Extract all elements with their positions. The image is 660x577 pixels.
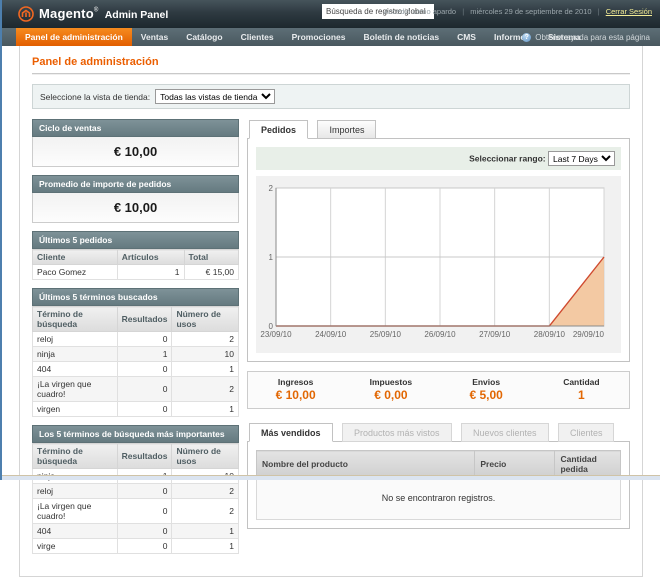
svg-text:1: 1: [269, 253, 274, 262]
table-row[interactable]: ¡La virgen que cuadro! 0 2: [33, 499, 239, 524]
nav-item-promociones[interactable]: Promociones: [283, 28, 355, 46]
sales-cycle-card: Ciclo de ventas € 10,00: [32, 119, 239, 167]
avg-order-card: Promedio de importe de pedidos € 10,00: [32, 175, 239, 223]
tab-nuevos-clientes[interactable]: Nuevos clientes: [461, 423, 549, 442]
tab-clientes[interactable]: Clientes: [558, 423, 615, 442]
range-label: Seleccionar rango:: [469, 154, 546, 164]
main-nav: Panel de administración Ventas Catálogo …: [2, 28, 660, 46]
dashboard-main: Pedidos Importes Seleccionar rango: Last…: [247, 119, 630, 529]
col-results: Resultados: [117, 307, 172, 332]
tab-productos-mas-vistos[interactable]: Productos más vistos: [342, 423, 452, 442]
last-orders-table: Cliente Artículos Total Paco Gomez 1 € 1…: [32, 249, 239, 280]
last-orders-title: Últimos 5 pedidos: [32, 231, 239, 249]
products-tab-bar: Más vendidos Productos más vistos Nuevos…: [247, 422, 630, 442]
store-view-label: Seleccione la vista de tienda:: [40, 92, 150, 102]
top-search-terms-title: Los 5 términos de búsqueda más important…: [32, 425, 239, 443]
table-row[interactable]: Paco Gomez 1 € 15,00: [33, 265, 239, 280]
dashboard-sidebar: Ciclo de ventas € 10,00 Promedio de impo…: [32, 119, 239, 562]
col-qty-ordered: Cantidad pedida: [555, 451, 621, 478]
sales-cycle-title: Ciclo de ventas: [32, 119, 239, 137]
get-help-label: Obtener ayuda para esta página: [535, 33, 650, 42]
summary-impuestos: Impuestos € 0,00: [343, 377, 438, 402]
table-row[interactable]: reloj 0 2: [33, 332, 239, 347]
nav-item-catalogo[interactable]: Catálogo: [177, 28, 231, 46]
col-uses: Número de usos: [172, 307, 239, 332]
summary-cantidad: Cantidad 1: [534, 377, 629, 402]
chart-panel: Seleccionar rango: Last 7 Days 01223/09/…: [247, 139, 630, 362]
svg-text:28/09/10: 28/09/10: [534, 330, 566, 339]
table-row[interactable]: 404 0 1: [33, 362, 239, 377]
title-divider: [32, 73, 630, 75]
top-search-terms-card: Los 5 términos de búsqueda más important…: [32, 425, 239, 554]
table-row[interactable]: virgen 0 1: [33, 402, 239, 417]
header: Magento® Admin Panel Accedió como apardo…: [2, 0, 660, 28]
page-title: Panel de administración: [32, 56, 630, 73]
summary-ingresos: Ingresos € 10,00: [248, 377, 343, 402]
store-view-select[interactable]: Todas las vistas de tienda: [155, 89, 275, 104]
range-select[interactable]: Last 7 Days: [548, 151, 615, 166]
nav-item-ventas[interactable]: Ventas: [132, 28, 177, 46]
sales-cycle-value: € 10,00: [32, 137, 239, 167]
content-frame: Panel de administración Seleccione la vi…: [19, 46, 643, 577]
brand-mark: ®: [94, 8, 98, 14]
table-row[interactable]: reloj 0 2: [33, 484, 239, 499]
table-row[interactable]: virge 0 1: [33, 539, 239, 554]
empty-message: No se encontraron registros.: [257, 478, 621, 520]
brand: Magento® Admin Panel: [18, 5, 168, 23]
orders-chart: 01223/09/1024/09/1025/09/1026/09/1027/09…: [256, 180, 612, 346]
svg-text:27/09/10: 27/09/10: [479, 330, 511, 339]
summary-envios: Envios € 5,00: [439, 377, 534, 402]
col-term: Término de búsqueda: [33, 444, 118, 469]
col-cliente: Cliente: [33, 250, 118, 265]
table-row[interactable]: 404 0 1: [33, 524, 239, 539]
magento-logo-icon: [18, 6, 34, 22]
table-row[interactable]: ¡La virgen que cuadro! 0 2: [33, 377, 239, 402]
nav-item-dashboard[interactable]: Panel de administración: [16, 28, 132, 46]
header-user-info: Accedió como apardo | miércoles 29 de se…: [384, 7, 652, 16]
brand-name: Magento: [39, 6, 94, 21]
help-icon: ?: [522, 33, 531, 42]
col-results: Resultados: [117, 444, 172, 469]
store-view-bar: Seleccione la vista de tienda: Todas las…: [32, 84, 630, 109]
products-panel: Nombre del producto Precio Cantidad pedi…: [247, 442, 630, 529]
products-table: Nombre del producto Precio Cantidad pedi…: [256, 450, 621, 520]
tab-importes[interactable]: Importes: [317, 120, 376, 139]
last-orders-card: Últimos 5 pedidos Cliente Artículos Tota…: [32, 231, 239, 280]
avg-order-title: Promedio de importe de pedidos: [32, 175, 239, 193]
col-articulos: Artículos: [117, 250, 184, 265]
col-product-name: Nombre del producto: [257, 451, 475, 478]
current-date: miércoles 29 de septiembre de 2010: [470, 7, 591, 16]
last-search-terms-title: Últimos 5 términos buscados: [32, 288, 239, 306]
svg-text:23/09/10: 23/09/10: [260, 330, 292, 339]
nav-item-clientes[interactable]: Clientes: [232, 28, 283, 46]
avg-order-value: € 10,00: [32, 193, 239, 223]
logged-in-as: Accedió como apardo: [384, 7, 457, 16]
chart-tab-bar: Pedidos Importes: [247, 119, 630, 139]
brand-suffix: Admin Panel: [105, 9, 169, 21]
col-price: Precio: [475, 451, 555, 478]
table-row[interactable]: ninja 1 10: [33, 347, 239, 362]
nav-item-cms[interactable]: CMS: [448, 28, 485, 46]
top-search-terms-table: Término de búsqueda Resultados Número de…: [32, 443, 239, 554]
svg-text:2: 2: [269, 184, 274, 193]
totals-summary: Ingresos € 10,00 Impuestos € 0,00 Envios…: [247, 371, 630, 409]
tab-pedidos[interactable]: Pedidos: [249, 120, 308, 139]
window-bottom-edge: [2, 475, 660, 480]
tab-mas-vendidos[interactable]: Más vendidos: [249, 423, 333, 442]
range-bar: Seleccionar rango: Last 7 Days: [256, 147, 621, 170]
last-search-terms-table: Término de búsqueda Resultados Número de…: [32, 306, 239, 417]
logout-link[interactable]: Cerrar Sesión: [606, 7, 652, 16]
col-term: Término de búsqueda: [33, 307, 118, 332]
col-total: Total: [184, 250, 238, 265]
get-help-link[interactable]: ? Obtener ayuda para esta página: [522, 28, 650, 46]
last-search-terms-card: Últimos 5 términos buscados Término de b…: [32, 288, 239, 417]
svg-text:25/09/10: 25/09/10: [370, 330, 402, 339]
svg-text:24/09/10: 24/09/10: [315, 330, 347, 339]
chart-box: 01223/09/1024/09/1025/09/1026/09/1027/09…: [256, 176, 621, 353]
col-uses: Número de usos: [172, 444, 239, 469]
nav-item-boletin[interactable]: Boletín de noticias: [355, 28, 449, 46]
svg-text:29/09/10: 29/09/10: [573, 330, 605, 339]
svg-text:26/09/10: 26/09/10: [424, 330, 456, 339]
